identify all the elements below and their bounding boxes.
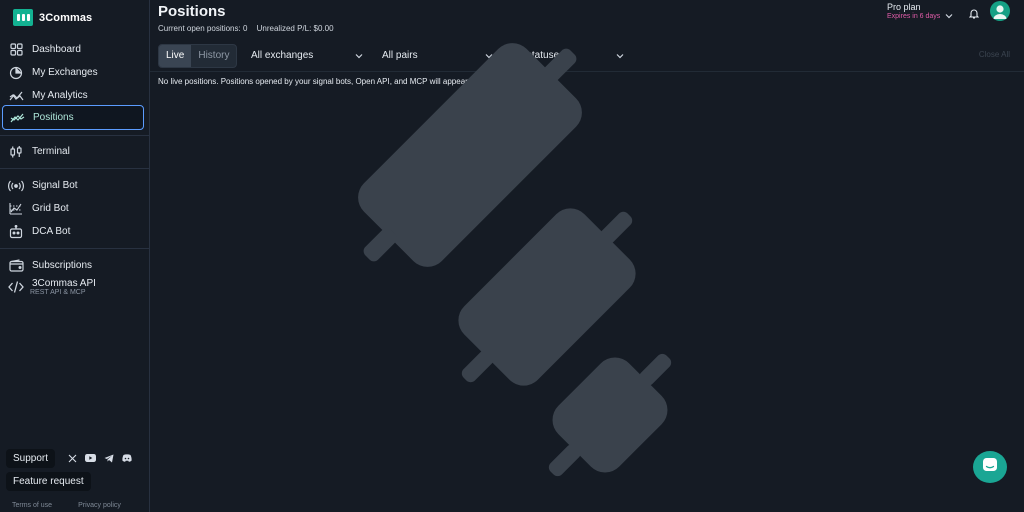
live-history-toggle: Live History [158,44,238,68]
api-sublabel: REST API & MCP [30,289,86,296]
sidebar-item-my-analytics[interactable]: My Analytics [2,84,144,107]
exchanges-dropdown-value: All exchanges [251,49,314,61]
bot-icon [8,224,24,240]
footer-links: Terms of use Privacy policy [12,502,121,509]
sidebar: 3Commas Dashboard My Exchanges My Analyt… [0,0,150,512]
plan-expiry: Expires in 6 days [887,13,941,20]
tab-history[interactable]: History [191,45,236,67]
chevron-down-icon[interactable] [945,6,953,24]
bell-icon[interactable] [968,6,980,24]
telegram-icon[interactable] [103,453,114,464]
sidebar-item-label: DCA Bot [32,226,71,237]
main-content: Positions Current open positions: 0 Unre… [150,0,1024,512]
sidebar-item-label: Subscriptions [32,260,93,271]
sidebar-item-label: My Exchanges [32,67,98,78]
wallet-icon [8,258,24,274]
sidebar-item-my-exchanges[interactable]: My Exchanges [2,61,144,84]
chat-button[interactable] [973,451,1007,483]
plan-selector[interactable]: Pro plan Expires in 6 days [887,2,940,20]
tab-live[interactable]: Live [159,45,192,67]
sidebar-item-label: Terminal [32,146,70,157]
sidebar-item-subscriptions[interactable]: Subscriptions [2,254,144,277]
unrealized-pl: Unrealized P/L: $0.00 [256,24,334,33]
feature-request-row: Feature request [6,471,91,491]
support-button[interactable]: Support [6,448,56,468]
logo-icon [13,9,33,26]
chat-icon [982,457,998,478]
logo-text: 3Commas [39,11,93,24]
app-root: 3Commas Dashboard My Exchanges My Analyt… [0,0,1024,512]
open-positions-count: Current open positions: 0 [158,24,248,33]
sidebar-item-dca-bot[interactable]: DCA Bot [2,220,144,243]
feature-request-button[interactable]: Feature request [6,472,91,491]
sidebar-item-label: Signal Bot [32,180,78,191]
sidebar-item-label: 3Commas API [32,278,96,289]
sidebar-item-signal-bot[interactable]: Signal Bot [2,174,144,197]
positions-icon [9,110,25,126]
avatar[interactable] [990,1,1010,21]
sidebar-item-label: My Analytics [32,90,88,101]
sidebar-item-label: Dashboard [32,44,81,55]
social-links [67,453,132,464]
grid-icon [8,201,24,217]
terms-link[interactable]: Terms of use [12,502,52,509]
sidebar-item-positions[interactable]: Positions [2,105,144,130]
sidebar-divider [0,168,149,169]
logo[interactable]: 3Commas [13,9,92,26]
page-title: Positions [158,3,226,20]
candles-icon [8,144,24,160]
plan-title: Pro plan [887,2,921,12]
signal-icon [8,178,24,194]
sidebar-item-grid-bot[interactable]: Grid Bot [2,197,144,220]
privacy-link[interactable]: Privacy policy [78,502,121,509]
sidebar-item-terminal[interactable]: Terminal [2,140,144,163]
pie-chart-icon [8,65,24,81]
sidebar-item-label: Grid Bot [32,203,69,214]
close-all-button[interactable]: Close All [979,50,1010,59]
sidebar-item-label: Positions [33,112,74,123]
discord-icon[interactable] [121,453,132,464]
position-stats: Current open positions: 0 Unrealized P/L… [158,24,341,33]
sidebar-divider [0,248,149,249]
candlestick-illustration [358,43,672,477]
analytics-icon [8,88,24,104]
support-row: Support [6,448,144,468]
sidebar-item-dashboard[interactable]: Dashboard [2,38,144,61]
sidebar-divider [0,135,149,136]
code-icon [8,279,24,295]
youtube-icon[interactable] [85,453,97,464]
x-icon[interactable] [67,453,78,464]
dashboard-icon [8,42,24,58]
